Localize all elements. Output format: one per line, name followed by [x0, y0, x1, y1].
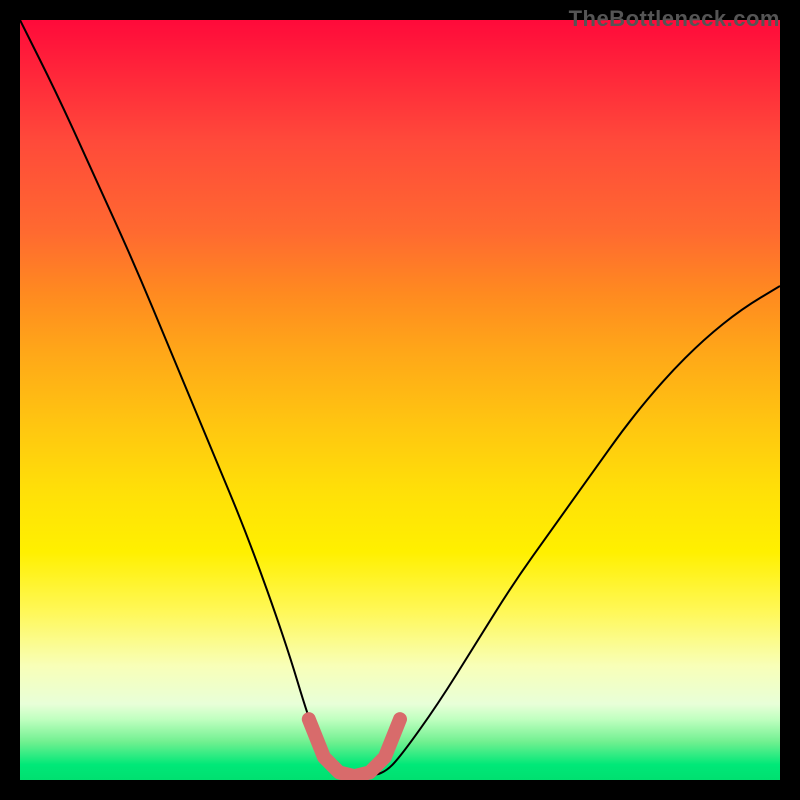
curve-overlay — [20, 20, 780, 780]
bottleneck-curve-path — [20, 20, 780, 776]
chart-container: TheBottleneck.com — [0, 0, 800, 800]
plot-area — [20, 20, 780, 780]
optimal-zone-path — [309, 719, 400, 776]
watermark-text: TheBottleneck.com — [569, 6, 780, 32]
